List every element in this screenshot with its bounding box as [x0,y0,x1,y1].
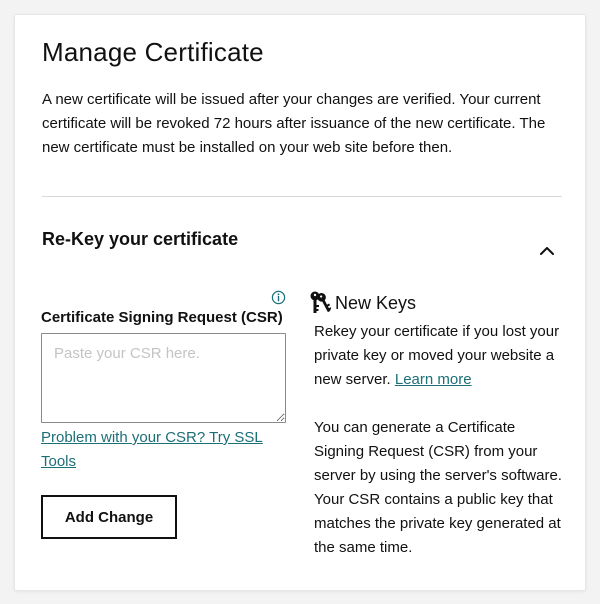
chevron-up-icon[interactable] [537,241,557,261]
keys-icon [310,291,331,313]
new-keys-header: New Keys [309,291,416,315]
info-icon[interactable] [271,290,286,305]
csr-input[interactable] [41,333,286,423]
manage-certificate-card: Manage Certificate A new certificate wil… [15,15,585,590]
page-title: Manage Certificate [42,37,264,67]
section-divider [42,196,562,197]
csr-explanation-text: You can generate a Certificate Signing R… [314,419,562,556]
new-keys-description: Rekey your certificate if you lost your … [314,320,564,392]
csr-label: Certificate Signing Request (CSR) [41,309,283,326]
intro-text: A new certificate will be issued after y… [42,91,546,156]
csr-ssl-tools-link[interactable]: Problem with your CSR? Try SSL Tools [41,426,286,474]
add-change-button[interactable]: Add Change [41,495,177,539]
learn-more-link[interactable]: Learn more [395,371,472,388]
rekey-section-title: Re-Key your certificate [42,229,239,249]
new-keys-title: New Keys [335,292,417,313]
